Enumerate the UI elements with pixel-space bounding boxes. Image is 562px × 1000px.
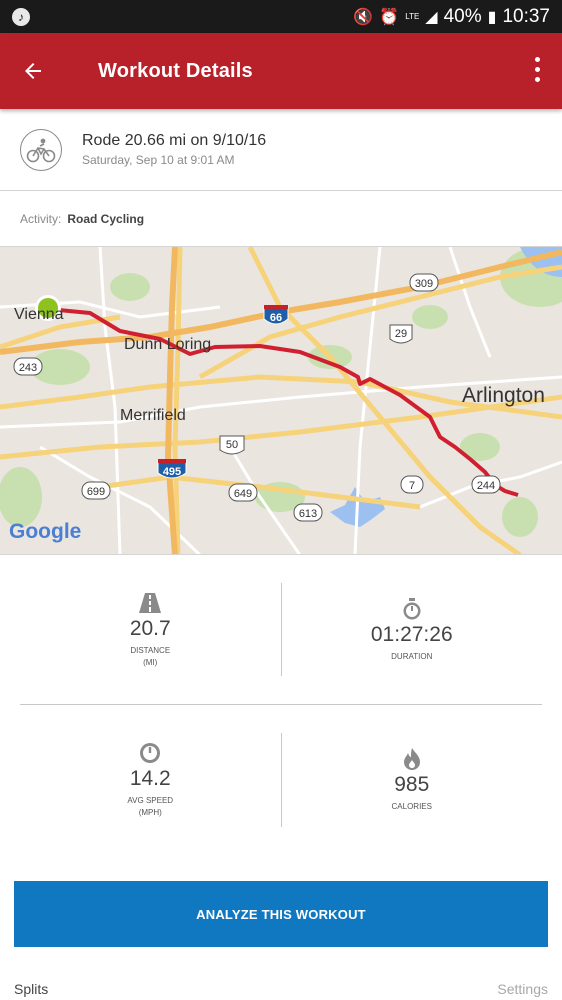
page-title: Workout Details	[98, 59, 253, 82]
signal-icon: ◢	[425, 8, 438, 26]
workout-summary: Rode 20.66 mi on 9/10/16 Saturday, Sep 1…	[0, 109, 562, 191]
workout-datetime: Saturday, Sep 10 at 9:01 AM	[82, 153, 235, 167]
more-vert-icon	[535, 57, 540, 62]
route-map[interactable]: 309 29 243 50 699 649 613 7 244 66 495 V…	[0, 247, 562, 555]
more-options-button[interactable]	[535, 57, 540, 82]
arrow-left-icon	[25, 63, 41, 79]
svg-text:243: 243	[19, 362, 37, 374]
shield-613: 613	[293, 503, 323, 522]
label-merrifield: Merrifield	[120, 407, 186, 424]
svg-text:309: 309	[415, 278, 433, 290]
workout-stats: 20.7 DISTANCE (MI) 01:27:26 DURATION 14.2…	[0, 555, 562, 855]
mute-icon: 🔇	[353, 8, 374, 26]
shield-244: 244	[471, 475, 501, 494]
google-logo: Google	[9, 520, 81, 543]
shield-29: 29	[389, 324, 413, 344]
svg-text:66: 66	[270, 312, 282, 324]
splits-label: Splits	[14, 980, 49, 997]
analyze-workout-button[interactable]: ANALYZE THIS WORKOUT	[14, 881, 548, 947]
activity-row: Activity: Road Cycling	[0, 191, 562, 247]
label-arlington: Arlington	[462, 384, 545, 407]
road-icon	[139, 592, 162, 613]
svg-text:649: 649	[234, 488, 252, 500]
battery-icon: ▮	[487, 8, 497, 26]
activity-label: Activity:	[20, 211, 62, 226]
shield-50: 50	[219, 435, 245, 455]
splits-settings-link[interactable]: Settings	[497, 981, 548, 997]
stat-avg-speed: 14.2 AVG SPEED (MPH)	[20, 705, 281, 855]
flame-icon	[403, 748, 420, 770]
label-dunn-loring: Dunn Loring	[124, 336, 211, 353]
alarm-icon: ⏰	[379, 8, 400, 26]
clock: 10:37	[502, 5, 550, 27]
bicycle-icon	[20, 128, 62, 171]
svg-text:7: 7	[409, 480, 415, 492]
svg-text:613: 613	[299, 508, 317, 520]
svg-text:244: 244	[477, 480, 495, 492]
stopwatch-icon	[403, 597, 421, 619]
map-canvas: 309 29 243 50 699 649 613 7 244 66 495 V…	[0, 247, 562, 554]
shield-i66: 66	[263, 305, 289, 325]
splits-row: Splits Settings	[0, 947, 562, 1000]
label-vienna: Vienna	[14, 306, 64, 323]
shield-649: 649	[228, 483, 258, 502]
shield-699: 699	[81, 481, 111, 500]
svg-text:29: 29	[395, 328, 407, 340]
svg-text:699: 699	[87, 486, 105, 498]
speedometer-icon	[140, 743, 161, 763]
network-type: LTE	[405, 12, 420, 21]
status-bar: ♪ 🔇 ⏰ LTE ◢ 40% ▮ 10:37	[0, 0, 562, 33]
stat-calories: 985 CALORIES	[282, 705, 543, 855]
shield-243: 243	[13, 357, 43, 376]
svg-text:495: 495	[163, 466, 181, 478]
shield-309: 309	[409, 273, 439, 292]
battery-percent: 40%	[443, 5, 482, 27]
app-bar: Workout Details	[0, 33, 562, 109]
music-note-icon: ♪	[12, 7, 30, 26]
stat-distance: 20.7 DISTANCE (MI)	[20, 555, 281, 704]
back-button[interactable]	[18, 56, 48, 86]
activity-value: Road Cycling	[67, 211, 145, 226]
stat-duration: 01:27:26 DURATION	[282, 555, 543, 704]
shield-7: 7	[400, 475, 424, 494]
shield-i495: 495	[157, 459, 187, 479]
workout-title: Rode 20.66 mi on 9/10/16	[82, 132, 267, 149]
svg-text:50: 50	[226, 439, 238, 451]
